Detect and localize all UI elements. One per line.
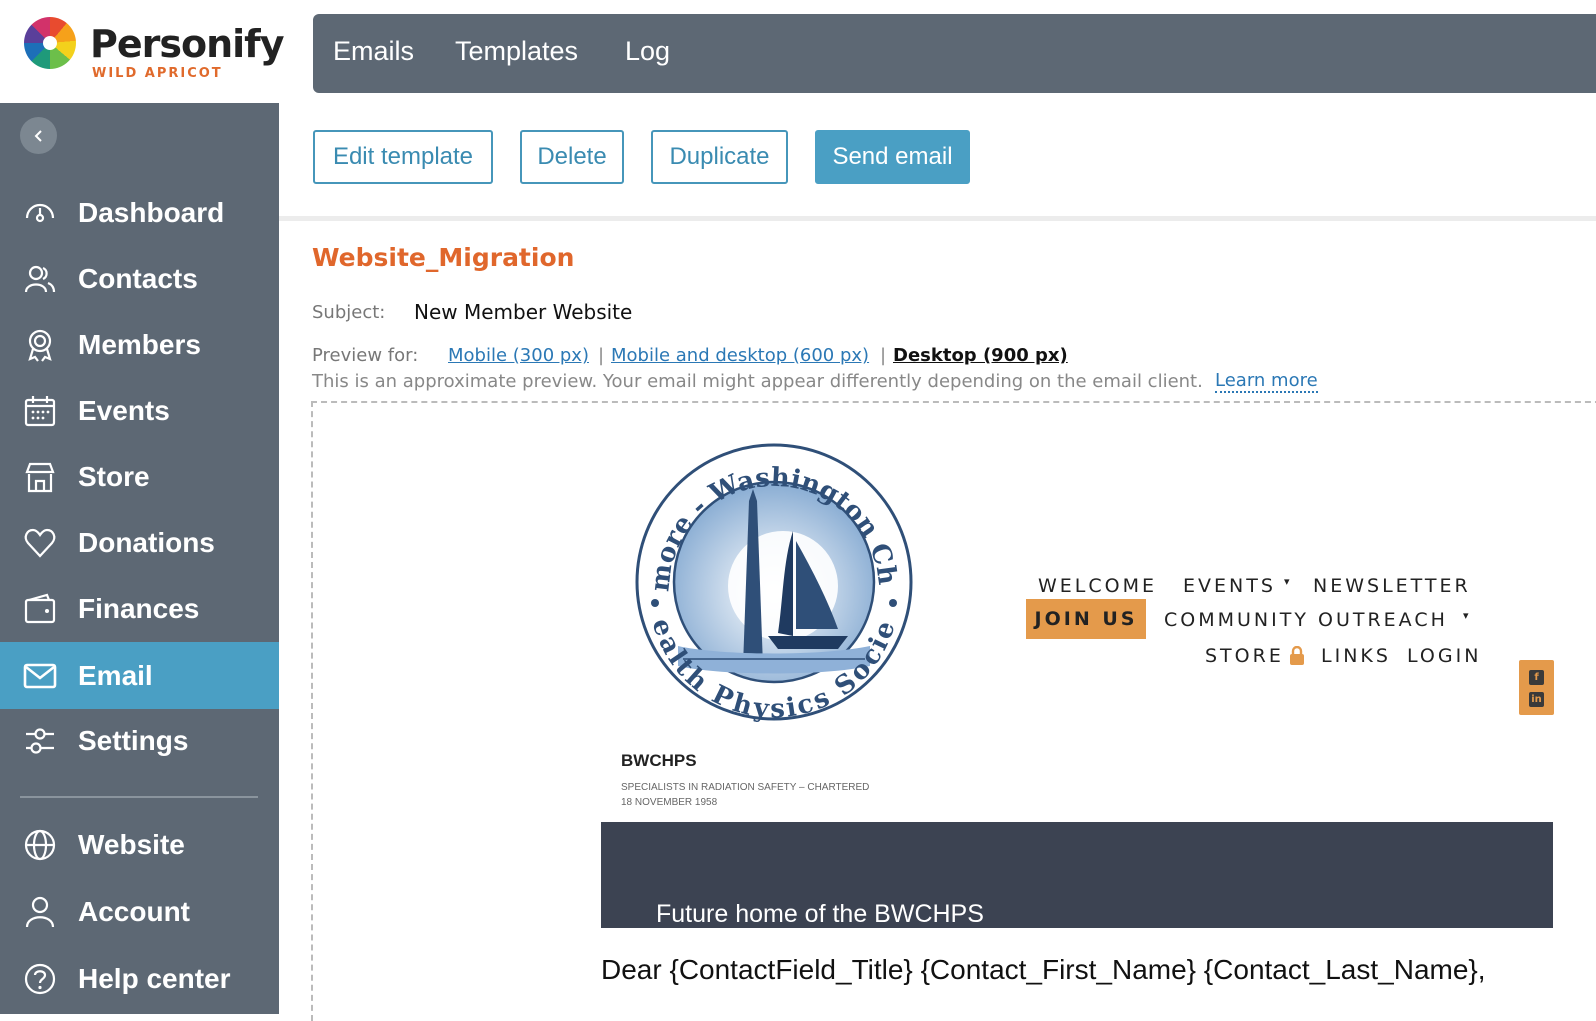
store-icon [22, 459, 58, 495]
help-icon [22, 961, 58, 997]
sidebar-item-label: Finances [78, 593, 200, 624]
sidebar-item-donations[interactable]: Donations [0, 510, 279, 576]
sidebar-item-label: Members [78, 329, 201, 360]
email-nav-login[interactable]: LOGIN [1407, 645, 1481, 667]
tab-log[interactable]: Log [625, 36, 670, 67]
learn-more-link[interactable]: Learn more [1215, 371, 1318, 393]
sidebar: Personify WILD APRICOT Dashboard Contact… [0, 0, 284, 1014]
email-nav-welcome[interactable]: WELCOME [1038, 575, 1157, 597]
dropdown-caret-icon: ▾ [1284, 575, 1290, 588]
tab-emails[interactable]: Emails [333, 36, 414, 67]
delete-button[interactable]: Delete [520, 130, 624, 184]
hero-text: Future home of the BWCHPS [656, 900, 984, 928]
brand-subtitle: WILD APRICOT [92, 66, 223, 81]
email-nav-events[interactable]: EVENTS [1183, 575, 1276, 597]
preview-desktop-link[interactable]: Desktop (900 px) [893, 345, 1068, 366]
email-nav-community-outreach[interactable]: COMMUNITY OUTREACH [1164, 609, 1448, 631]
sidebar-item-settings[interactable]: Settings [0, 708, 279, 774]
sidebar-item-label: Help center [78, 963, 231, 994]
calendar-icon [22, 393, 58, 429]
sidebar-item-account[interactable]: Account [0, 879, 279, 945]
preview-for-label: Preview for: [312, 345, 419, 366]
preview-mobile-link[interactable]: Mobile (300 px) [448, 345, 589, 366]
sidebar-item-help-center[interactable]: Help center [0, 946, 279, 1012]
facebook-icon[interactable]: f [1529, 670, 1544, 685]
sidebar-item-label: Account [78, 896, 190, 927]
heart-icon [22, 525, 58, 561]
email-nav-store[interactable]: STORE [1205, 645, 1284, 667]
social-links: f in [1519, 660, 1554, 715]
sidebar-item-website[interactable]: Website [0, 812, 279, 878]
org-name: BWCHPS [621, 751, 697, 770]
preview-separator: | [598, 345, 605, 366]
template-title: Website_Migration [312, 243, 575, 272]
subject-value: New Member Website [414, 300, 633, 324]
chevron-left-icon [34, 129, 42, 142]
subject-label: Subject: [312, 302, 386, 323]
sidebar-item-label: Email [78, 659, 153, 691]
dropdown-caret-icon: ▾ [1463, 609, 1469, 622]
chapter-seal-logo: Baltimore - Washington Chapter Health Ph… [633, 441, 913, 723]
sidebar-item-label: Donations [78, 527, 215, 558]
dashboard-icon [22, 195, 58, 231]
sidebar-item-email[interactable]: Email [0, 642, 279, 709]
wallet-icon [22, 591, 58, 627]
send-email-button[interactable]: Send email [815, 130, 970, 184]
preview-separator: | [880, 345, 887, 366]
top-nav-bar: Emails Templates Log [313, 14, 1596, 93]
lock-icon [1290, 646, 1304, 665]
preview-mobile-desktop-link[interactable]: Mobile and desktop (600 px) [611, 345, 869, 366]
sidebar-item-members[interactable]: Members [0, 312, 279, 378]
user-icon [22, 894, 58, 930]
sidebar-item-store[interactable]: Store [0, 444, 279, 510]
members-icon [22, 327, 58, 363]
join-us-button[interactable]: JOIN US [1026, 599, 1146, 639]
toolbar-separator [279, 216, 1596, 221]
email-nav-links[interactable]: LINKS [1321, 645, 1391, 667]
sidebar-item-label: Website [78, 829, 185, 860]
org-tagline: SPECIALISTS IN RADIATION SAFETY – CHARTE… [621, 782, 870, 808]
brand-name: Personify [90, 22, 284, 66]
contacts-icon [22, 261, 58, 297]
sidebar-item-events[interactable]: Events [0, 378, 279, 444]
personify-logo-icon [24, 17, 76, 69]
sidebar-item-label: Settings [78, 725, 189, 756]
tab-templates[interactable]: Templates [455, 36, 578, 67]
sidebar-item-label: Store [78, 461, 150, 492]
email-nav-newsletter[interactable]: NEWSLETTER [1313, 575, 1471, 597]
sidebar-item-label: Dashboard [78, 197, 225, 228]
sidebar-item-label: Contacts [78, 263, 198, 294]
globe-icon [22, 827, 58, 863]
sidebar-item-label: Events [78, 395, 170, 426]
brand-logo[interactable]: Personify WILD APRICOT [0, 0, 284, 103]
email-greeting: Dear {ContactField_Title} {Contact_First… [601, 954, 1486, 985]
edit-template-button[interactable]: Edit template [313, 130, 493, 184]
hero-banner: Future home of the BWCHPS [601, 822, 1553, 928]
sliders-icon [22, 723, 58, 759]
sidebar-item-contacts[interactable]: Contacts [0, 246, 279, 312]
envelope-icon [22, 658, 58, 694]
duplicate-button[interactable]: Duplicate [651, 130, 788, 184]
sidebar-item-dashboard[interactable]: Dashboard [0, 180, 279, 246]
approximate-preview-note: This is an approximate preview. Your ema… [312, 371, 1203, 392]
sidebar-divider [20, 796, 258, 798]
collapse-sidebar-button[interactable] [20, 117, 57, 154]
sidebar-item-finances[interactable]: Finances [0, 576, 279, 642]
linkedin-icon[interactable]: in [1529, 692, 1544, 707]
